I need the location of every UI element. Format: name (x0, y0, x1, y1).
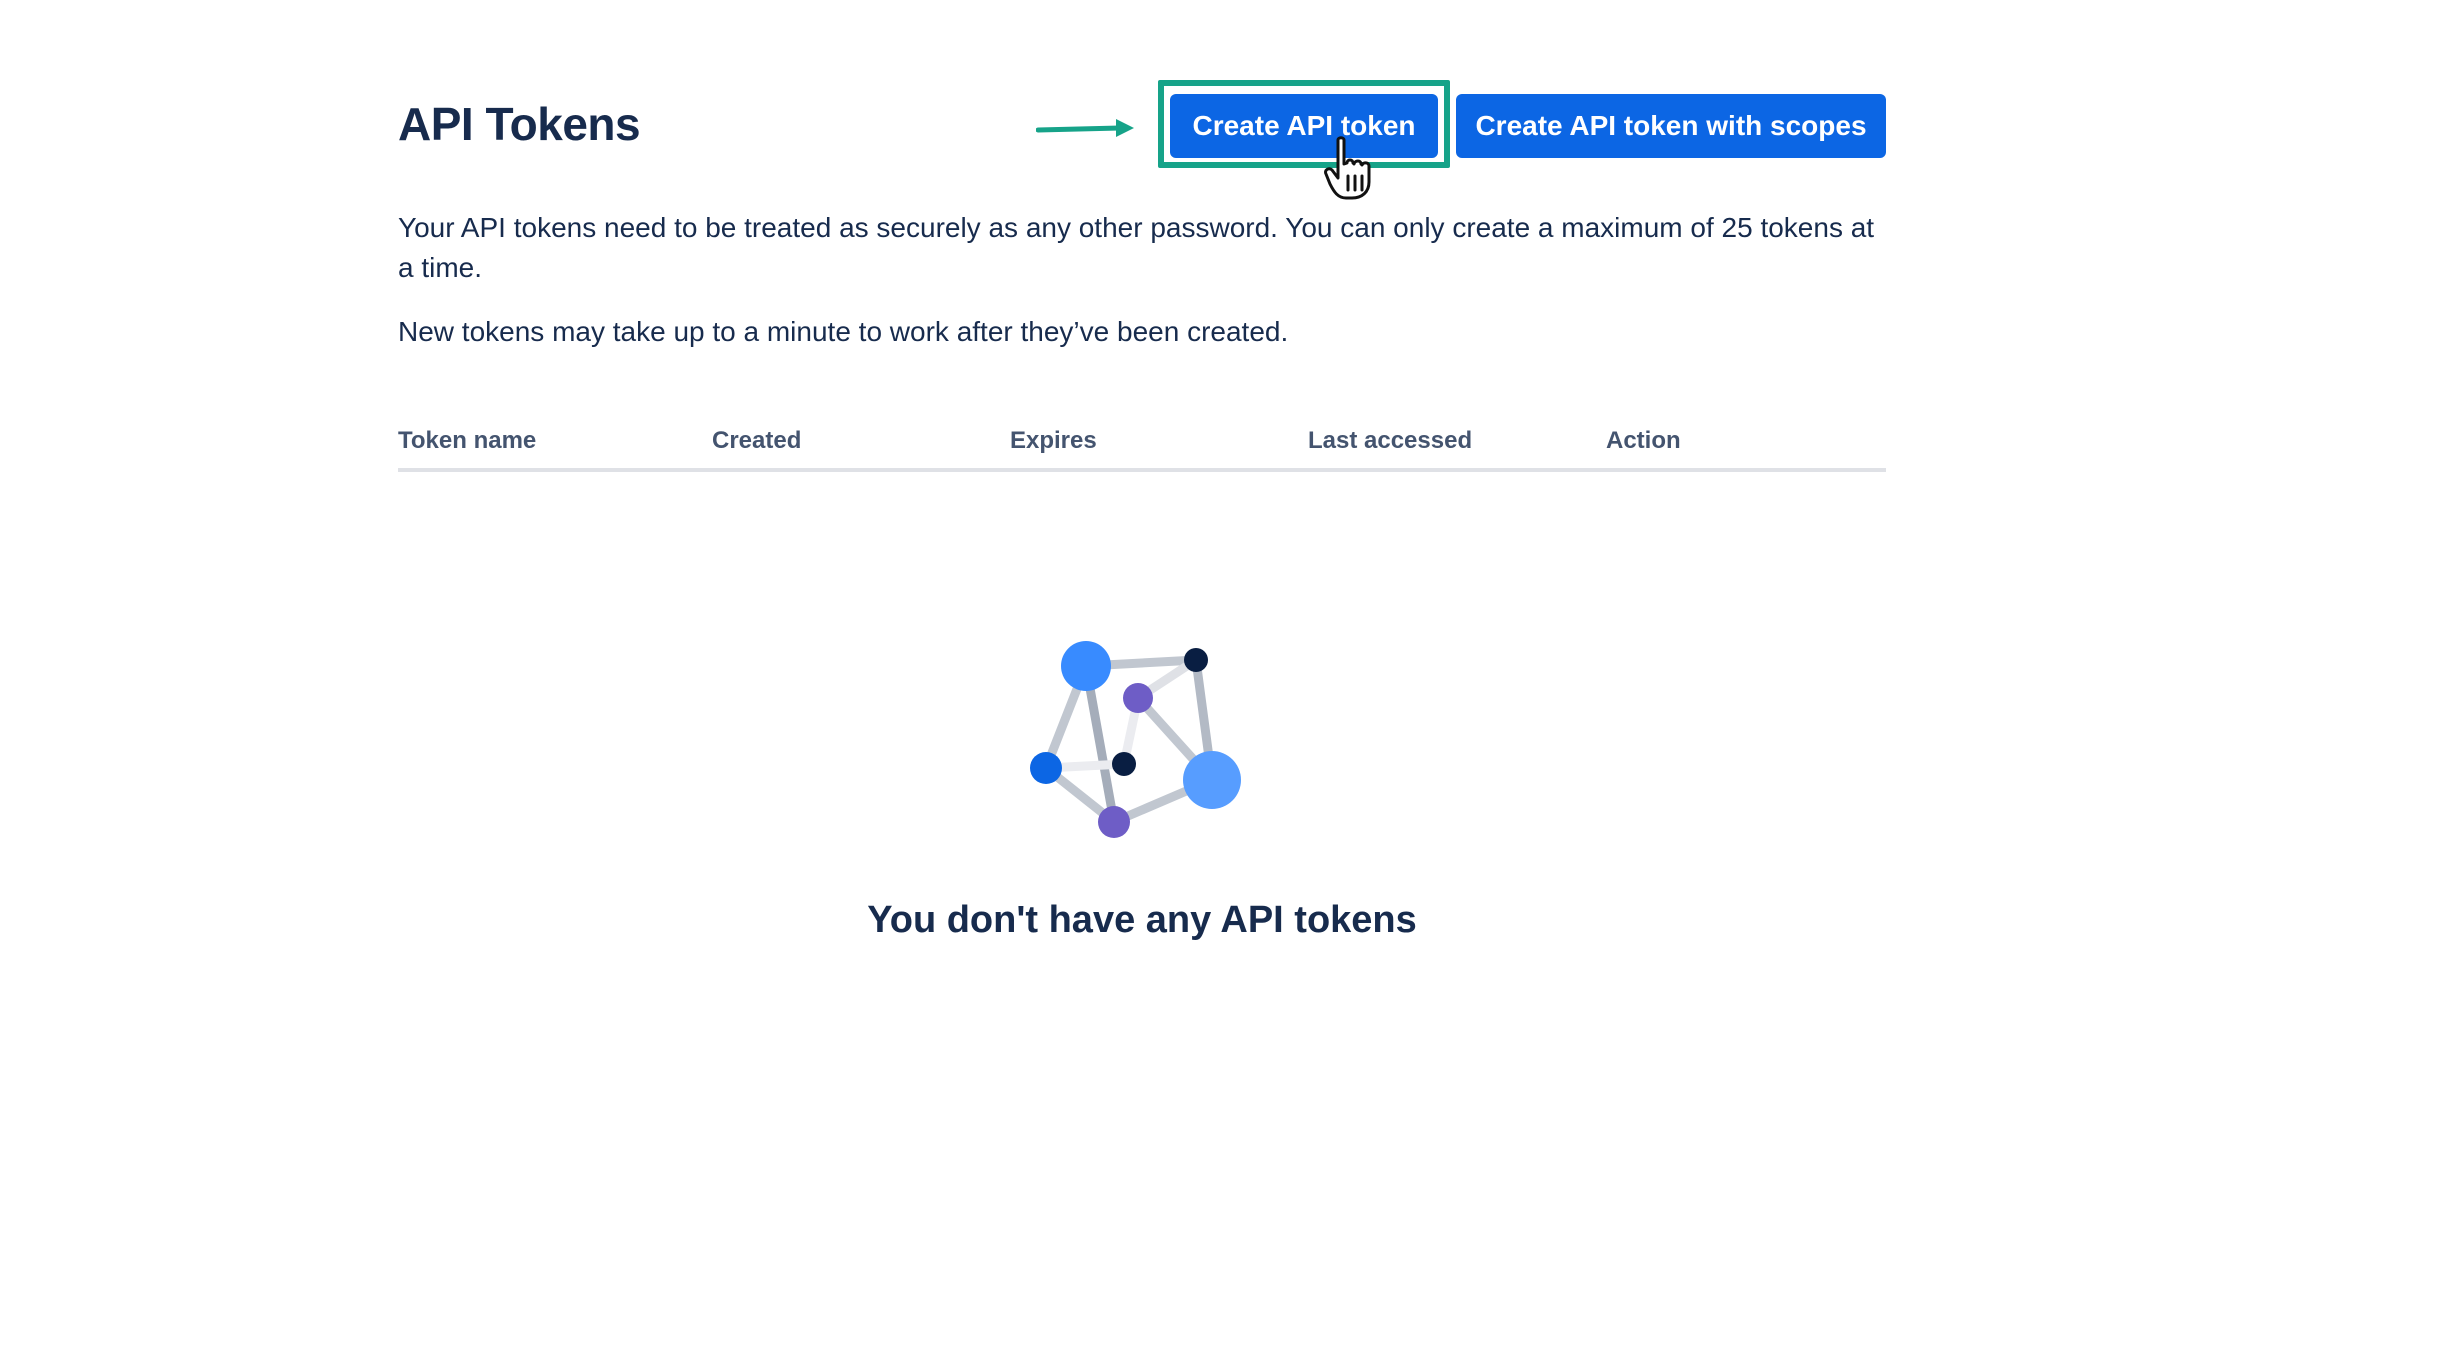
arrow-right-icon (1036, 119, 1134, 137)
create-api-token-button[interactable]: Create API token (1170, 94, 1438, 158)
empty-state-message: You don't have any API tokens (867, 899, 1417, 941)
network-nodes-illustration (1030, 641, 1241, 838)
create-api-token-with-scopes-button[interactable]: Create API token with scopes (1456, 94, 1886, 158)
security-notice-text: Your API tokens need to be treated as se… (398, 212, 1875, 283)
token-delay-notice-text: New tokens may take up to a minute to wo… (398, 316, 1289, 347)
tokens-table-header: Token name Created Expires Last accessed… (398, 422, 1886, 472)
column-header-action: Action (1606, 427, 1681, 454)
column-header-created: Created (712, 427, 802, 454)
column-header-token-name: Token name (398, 427, 537, 454)
api-tokens-page: API Tokens Create API token Create API t… (0, 0, 2458, 1372)
hand-pointer-cursor-icon (1324, 136, 1371, 200)
page-title: API Tokens (398, 98, 641, 150)
column-header-last-accessed: Last accessed (1308, 427, 1473, 454)
column-header-expires: Expires (1010, 427, 1097, 454)
